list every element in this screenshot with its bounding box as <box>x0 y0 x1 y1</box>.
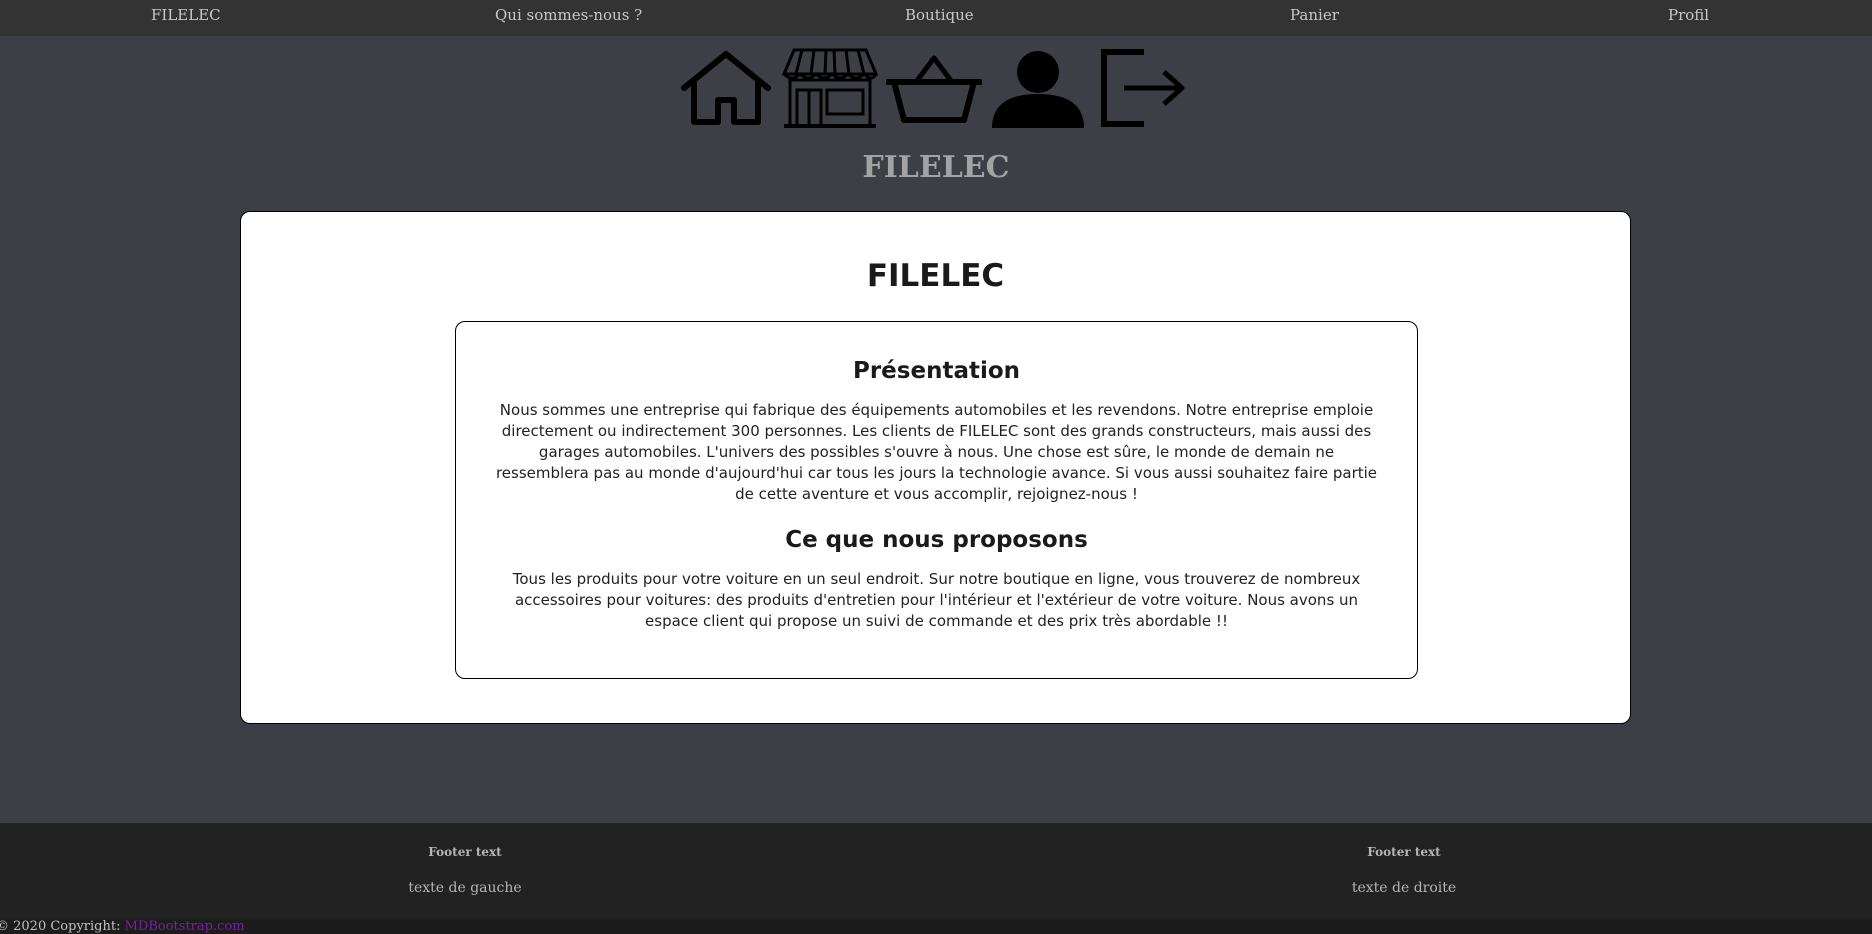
icon-nav-row <box>678 48 1190 128</box>
footer: Footer text texte de gauche Footer text … <box>0 823 1872 919</box>
nav-link-boutique[interactable]: Boutique <box>905 6 974 24</box>
logout-icon[interactable] <box>1094 48 1190 128</box>
nav-link-filelec[interactable]: FILELEC <box>151 6 221 24</box>
user-icon[interactable] <box>990 48 1086 128</box>
copyright-link[interactable]: MDBootstrap.com <box>125 919 245 934</box>
copyright-text: © 2020 Copyright: <box>0 919 121 934</box>
proposons-heading: Ce que nous proposons <box>785 527 1088 553</box>
main-card: FILELEC Présentation Nous sommes une ent… <box>240 211 1631 724</box>
home-icon[interactable] <box>678 48 774 128</box>
nav-link-profil[interactable]: Profil <box>1668 6 1709 24</box>
proposons-text: Tous les produits pour votre voiture en … <box>512 570 1361 630</box>
copyright-bar: © 2020 Copyright: MDBootstrap.com <box>0 919 1872 934</box>
footer-left-text: texte de gauche <box>408 880 522 896</box>
content-box: Présentation Nous sommes une entreprise … <box>455 321 1418 679</box>
presentation-heading: Présentation <box>852 358 1021 384</box>
footer-right-column: Footer text texte de droite <box>1204 823 1604 896</box>
site-title: FILELEC <box>862 150 1010 185</box>
nav-link-panier[interactable]: Panier <box>1290 6 1339 24</box>
footer-left-column: Footer text texte de gauche <box>265 823 665 896</box>
presentation-text: Nous sommes une entreprise qui fabrique … <box>495 401 1378 503</box>
footer-left-heading: Footer text <box>428 845 502 859</box>
footer-right-text: texte de droite <box>1351 880 1457 896</box>
top-navbar: FILELEC Qui sommes-nous ? Boutique Panie… <box>0 0 1872 36</box>
nav-link-qui-sommes-nous[interactable]: Qui sommes-nous ? <box>495 6 642 24</box>
card-title: FILELEC <box>866 258 1005 294</box>
basket-icon[interactable] <box>886 48 982 128</box>
footer-right-heading: Footer text <box>1367 845 1441 859</box>
shop-icon[interactable] <box>782 48 878 128</box>
